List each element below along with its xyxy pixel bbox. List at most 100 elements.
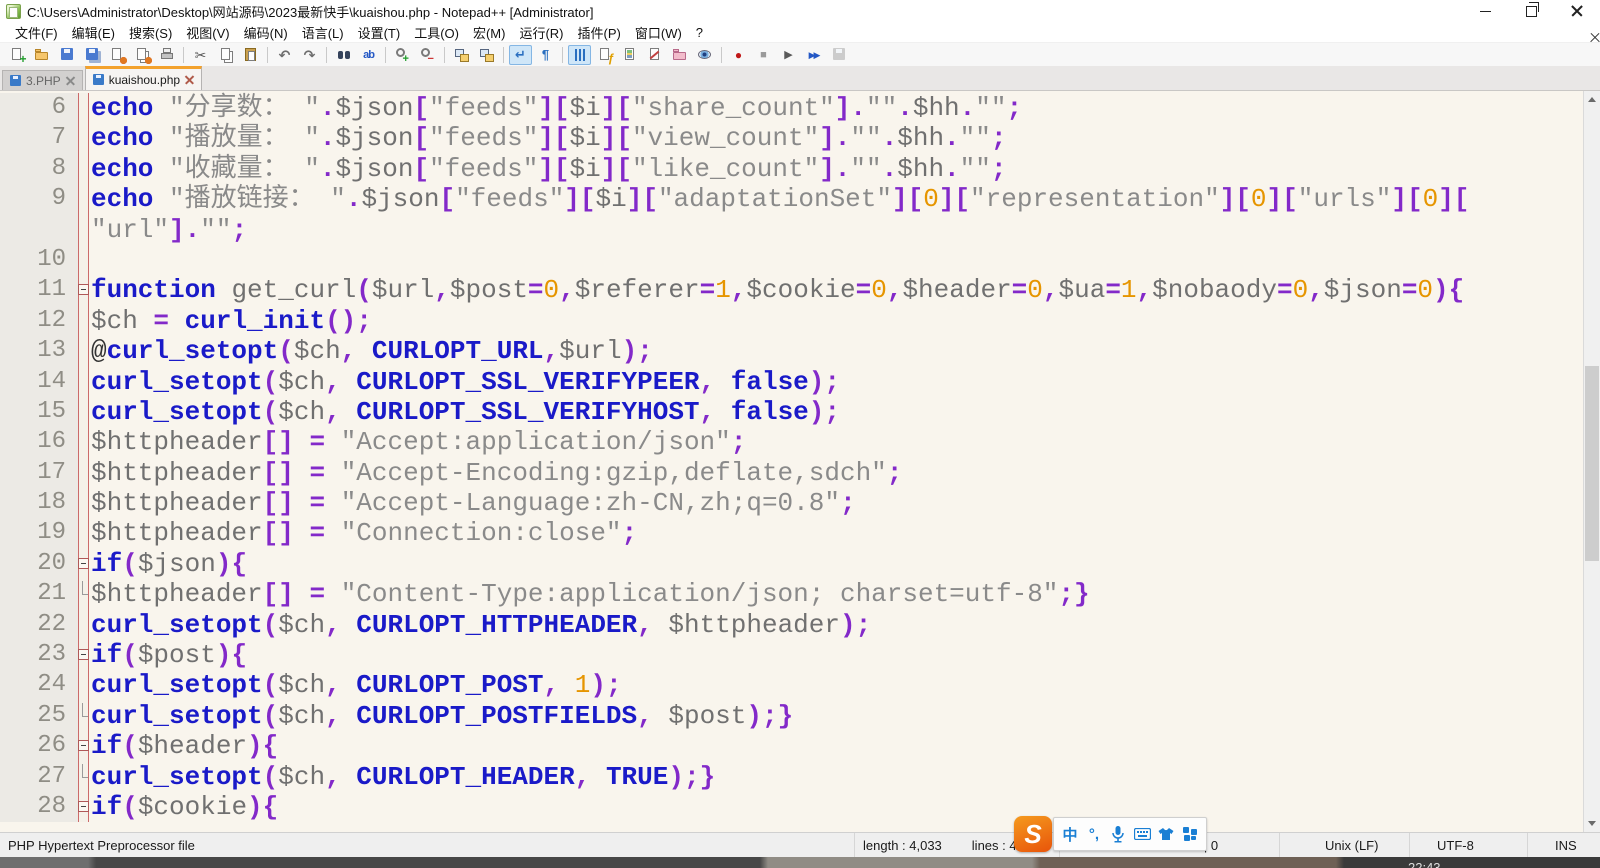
chinese-mode-icon[interactable]: 中 [1059, 822, 1081, 846]
code-line[interactable]: 8 echo "收藏量： ".$json["feeds"][$i]["like_c… [0, 153, 1583, 185]
zoom-out-button[interactable] [416, 45, 439, 67]
save-all-button[interactable] [80, 45, 103, 65]
menu-item-plugins[interactable]: 插件(P) [571, 21, 628, 44]
code-line[interactable]: 12 $ch = curl_init(); [0, 305, 1583, 337]
paste-button[interactable] [239, 45, 262, 65]
replace-button[interactable]: ab [357, 45, 380, 65]
fold-margin[interactable] [78, 791, 89, 823]
code-line[interactable]: 6 echo "分享数： ".$json["feeds"][$i]["share_… [0, 93, 1583, 124]
macro-record-button[interactable]: ● [727, 45, 750, 65]
fold-collapse-icon[interactable] [78, 800, 89, 812]
menu-item-run[interactable]: 运行(R) [512, 21, 570, 44]
code-line[interactable]: 13 @curl_setopt($ch, CURLOPT_URL,$url); [0, 336, 1583, 367]
close-button[interactable] [105, 45, 128, 65]
tab-close-icon[interactable] [66, 76, 75, 85]
macro-stop-button[interactable]: ■ [752, 45, 775, 65]
code-line[interactable]: 18 $httpheader[] = "Accept-Language:zh-CN… [0, 488, 1583, 519]
code-line[interactable]: 28 if($cookie){ [0, 791, 1583, 823]
menu-item-view[interactable]: 视图(V) [179, 21, 236, 44]
menu-item-tools[interactable]: 工具(O) [407, 21, 466, 44]
menu-item-window[interactable]: 窗口(W) [628, 21, 689, 44]
code-line[interactable]: 16 $httpheader[] = "Accept:application/js… [0, 427, 1583, 458]
scrollbar-thumb[interactable] [1585, 366, 1599, 561]
function-list-button[interactable] [593, 45, 616, 66]
word-wrap-button[interactable]: ↵ [509, 44, 532, 65]
scroll-down-button[interactable] [1584, 815, 1600, 832]
close-button[interactable] [1554, 0, 1600, 22]
punctuation-icon[interactable]: °, [1083, 822, 1105, 846]
sogou-logo-icon[interactable]: S [1014, 816, 1052, 852]
status-eol-format[interactable]: Unix (LF) [1280, 833, 1410, 857]
sync-horizontal-button[interactable] [475, 45, 498, 65]
doc-switcher-button[interactable] [643, 45, 666, 65]
tab-3-php[interactable]: 3.PHP [2, 70, 83, 90]
code-line[interactable]: 20 if($json){ [0, 548, 1583, 580]
close-all-button[interactable] [130, 45, 153, 65]
code-line[interactable]: 27 curl_setopt($ch, CURLOPT_HEADER, TRUE)… [0, 761, 1583, 792]
toolbox-icon[interactable] [1179, 822, 1201, 846]
menu-item-settings[interactable]: 设置(T) [351, 21, 408, 44]
redo-button[interactable]: ↷ [298, 45, 321, 65]
fold-margin[interactable] [78, 548, 89, 580]
menu-item-search[interactable]: 搜索(S) [122, 21, 179, 44]
code-line[interactable]: 10 [0, 244, 1583, 276]
code-line[interactable]: "url"].""; [0, 214, 1583, 245]
code-line[interactable]: 25 curl_setopt($ch, CURLOPT_POSTFIELDS, $… [0, 700, 1583, 732]
code-line[interactable]: 22 curl_setopt($ch, CURLOPT_HTTPHEADER, $… [0, 609, 1583, 641]
menu-item-macro[interactable]: 宏(M) [466, 21, 513, 44]
microphone-icon[interactable] [1107, 822, 1129, 846]
menu-item-file[interactable]: 文件(F) [8, 21, 65, 44]
macro-play-button[interactable]: ▶ [777, 45, 800, 65]
minimize-button[interactable] [1462, 0, 1508, 22]
vertical-scrollbar[interactable] [1583, 91, 1600, 832]
fold-margin[interactable] [78, 731, 89, 762]
monitoring-button[interactable] [693, 45, 716, 65]
print-button[interactable] [155, 45, 178, 65]
code-line[interactable]: 26 if($header){ [0, 731, 1583, 762]
fold-margin[interactable] [78, 275, 89, 306]
tab-close-icon[interactable] [185, 75, 194, 84]
ime-toolbar[interactable]: S 中 °, [1014, 815, 1207, 853]
menu-item-edit[interactable]: 编辑(E) [65, 21, 122, 44]
fold-collapse-icon[interactable] [78, 649, 89, 661]
fold-collapse-icon[interactable] [78, 284, 89, 296]
code-area[interactable]: 6 echo "分享数： ".$json["feeds"][$i]["share_… [0, 91, 1583, 832]
editor[interactable]: 6 echo "分享数： ".$json["feeds"][$i]["share_… [0, 90, 1600, 832]
find-button[interactable] [332, 45, 355, 65]
undo-button[interactable]: ↶ [273, 45, 296, 65]
tab-kuaishou-php[interactable]: kuaishou.php [84, 66, 203, 90]
code-line[interactable]: 15 curl_setopt($ch, CURLOPT_SSL_VERIFYHOS… [0, 396, 1583, 428]
cut-button[interactable]: ✂ [189, 45, 212, 65]
code-line[interactable]: 21 $httpheader[] = "Content-Type:applicat… [0, 579, 1583, 610]
code-line[interactable]: 23 if($post){ [0, 640, 1583, 671]
menu-item-language[interactable]: 语言(L) [295, 21, 351, 44]
menu-item-help[interactable]: ? [689, 23, 710, 42]
fold-collapse-icon[interactable] [78, 740, 89, 752]
save-button[interactable] [55, 45, 78, 65]
code-line[interactable]: 9 echo "播放链接： ".$json["feeds"][$i]["adapt… [0, 184, 1583, 215]
macro-run-multiple-button[interactable]: ▶▶ [802, 45, 825, 65]
new-file-button[interactable] [5, 45, 28, 67]
skin-icon[interactable] [1155, 822, 1177, 846]
restore-button[interactable] [1508, 0, 1554, 22]
show-all-chars-button[interactable]: ¶ [534, 45, 557, 65]
code-line[interactable]: 24 curl_setopt($ch, CURLOPT_POST, 1); [0, 670, 1583, 701]
status-encoding[interactable]: UTF-8 [1410, 833, 1528, 857]
code-line[interactable]: 14 curl_setopt($ch, CURLOPT_SSL_VERIFYPEE… [0, 366, 1583, 397]
menu-item-encoding[interactable]: 编码(N) [237, 21, 295, 44]
code-line[interactable]: 19 $httpheader[] = "Connection:close"; [0, 518, 1583, 549]
status-insert-mode[interactable]: INS [1528, 833, 1600, 857]
open-file-button[interactable] [30, 45, 53, 65]
zoom-in-button[interactable] [391, 45, 414, 67]
soft-keyboard-icon[interactable] [1131, 822, 1153, 846]
code-line[interactable]: 11 function get_curl($url,$post=0,$refere… [0, 275, 1583, 306]
code-line[interactable]: 7 echo "播放量： ".$json["feeds"][$i]["view_c… [0, 123, 1583, 154]
code-line[interactable]: 17 $httpheader[] = "Accept-Encoding:gzip,… [0, 457, 1583, 489]
indent-guide-button[interactable] [568, 44, 591, 65]
sync-vertical-button[interactable] [450, 45, 473, 65]
doc-map-button[interactable] [618, 45, 641, 65]
macro-save-button[interactable] [827, 45, 850, 65]
folder-workspace-button[interactable] [668, 45, 691, 65]
fold-margin[interactable] [78, 640, 89, 671]
fold-collapse-icon[interactable] [78, 557, 89, 569]
